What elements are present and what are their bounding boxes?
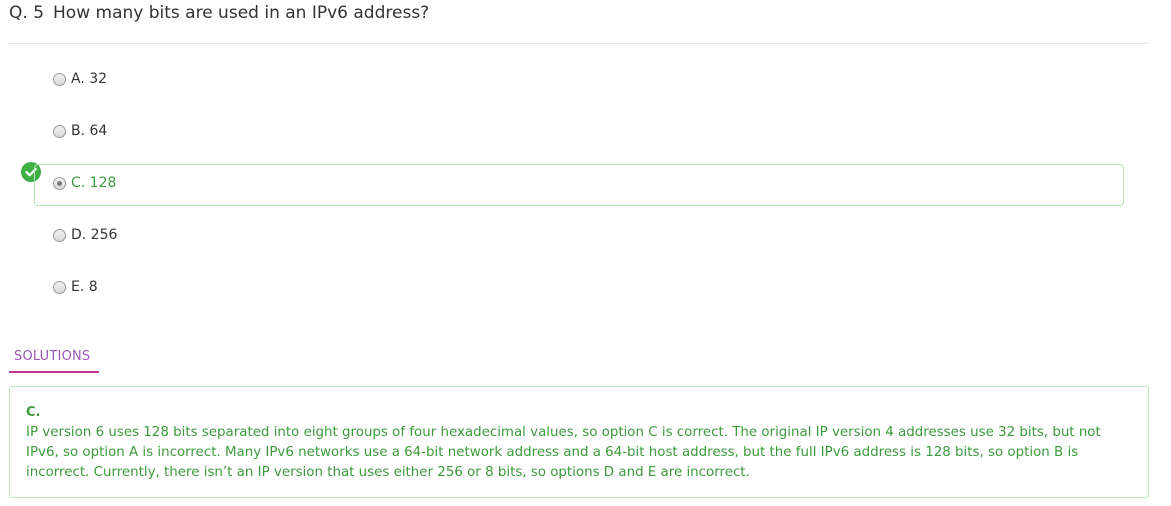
option-e-radio[interactable] — [53, 281, 66, 294]
option-c-radio[interactable] — [53, 177, 66, 190]
question-title: Q. 5 How many bits are used in an IPv6 ad… — [9, 3, 429, 23]
option-b[interactable]: B. 64 — [34, 112, 1124, 154]
option-d-radio[interactable] — [53, 229, 66, 242]
option-a[interactable]: A. 32 — [34, 60, 1124, 102]
option-a-radio[interactable] — [53, 73, 66, 86]
option-e[interactable]: E. 8 — [34, 268, 1124, 310]
tab-solutions[interactable]: SOLUTIONS — [9, 347, 99, 373]
option-e-label: E. 8 — [71, 279, 98, 295]
option-b-radio[interactable] — [53, 125, 66, 138]
question-header: Q. 5 How many bits are used in an IPv6 ad… — [9, 0, 1149, 44]
question-number: Q. 5 — [9, 3, 45, 23]
question-text: How many bits are used in an IPv6 addres… — [53, 3, 430, 23]
option-c-label: C. 128 — [71, 175, 117, 191]
solution-explanation: IP version 6 uses 128 bits separated int… — [26, 425, 1101, 480]
option-a-label: A. 32 — [71, 71, 108, 87]
option-b-label: B. 64 — [71, 123, 108, 139]
option-d[interactable]: D. 256 — [34, 216, 1124, 258]
quiz-page: Q. 5 How many bits are used in an IPv6 ad… — [0, 0, 1171, 506]
option-c[interactable]: C. 128 — [34, 164, 1124, 206]
tab-solutions-label: SOLUTIONS — [14, 349, 91, 364]
solution-answer: C. — [26, 405, 41, 420]
solution-panel: C. IP version 6 uses 128 bits separated … — [9, 386, 1149, 498]
option-d-label: D. 256 — [71, 227, 118, 243]
